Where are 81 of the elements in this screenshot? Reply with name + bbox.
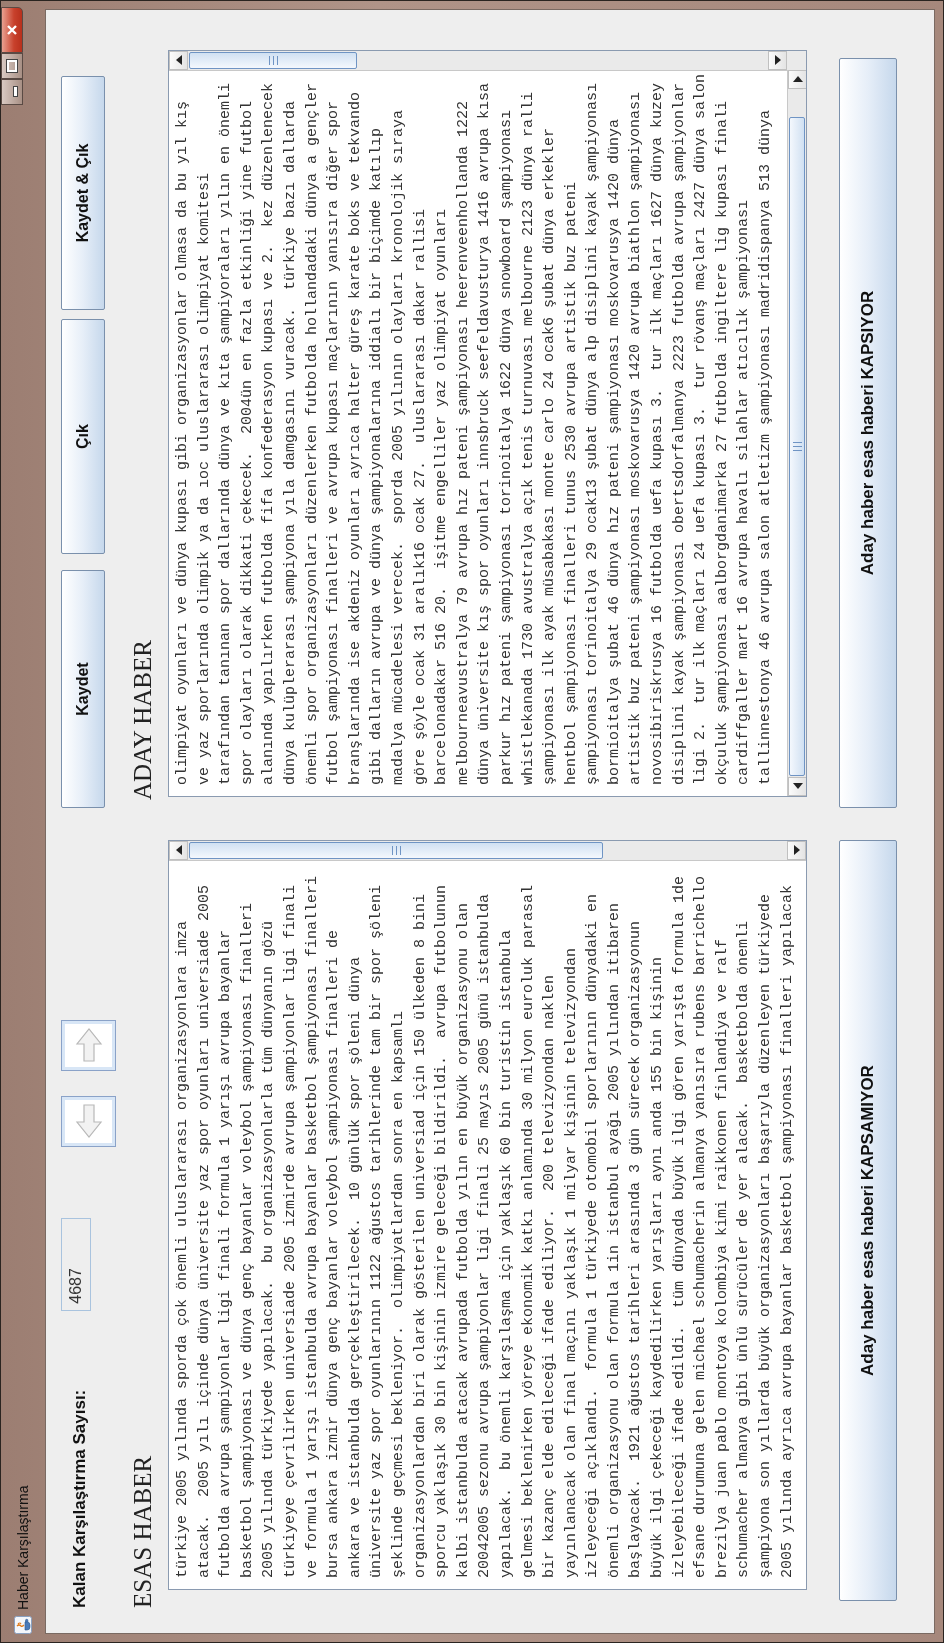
text-line: 20042005 sezonu avrupa şampiyonlar ligi finali 25 mayıs 2005 günü istanbulda xyxy=(475,892,495,1578)
text-line: sporcu yaklaşık 30 bin kişinin izmire geleceği bildirildi. avrupa futbolunun xyxy=(432,883,452,1578)
scroll-thumb[interactable] xyxy=(189,842,603,859)
text-line: türkiye 2005 yılında sporda çok önemli uluslararası organizasyonlara imza xyxy=(173,919,192,1578)
text-line: önemli organizasyonu olan formula 1in istanbul ayağı 2005 yılından itibaren xyxy=(604,901,624,1578)
panel-heading: ADAY HABER xyxy=(128,639,157,802)
horizontal-scrollbar[interactable] xyxy=(787,70,806,796)
text-line: izleyeceği açıklandı. formula 1 türkiyede otomobil sporlarının dünyadaki en xyxy=(583,892,603,1578)
text-line: barcelonadakar 516 20. işitme engelliler yaz olimpiyat oyunları xyxy=(432,207,452,785)
text-line: üniversite yaz spor oyunlarının 1122 ağustos tarihlerinde tam bir spor şöleni xyxy=(367,883,387,1578)
text-line: spor olayları olarak dikkati çekecek. 2004ün en fazla etkinliği yine futbol xyxy=(237,99,257,785)
text-line: branşlarında ise akdeniz oyunları ayrıca halter güreş karate boks ve tekvando xyxy=(345,90,365,785)
text-line: ve yaz sporlarında olimpik ya da ıoc uluslararası olimpiyat komitesi xyxy=(194,171,214,785)
text-line: bir kazanç elde edileceği ifade ediliyor. 200 televizyondan naklen xyxy=(540,973,560,1578)
app-icon xyxy=(14,1616,32,1634)
text-line: bursa ankara izmir dünya genç bayanlar voleybol şampiyonası finalleri de xyxy=(324,928,344,1578)
text-line: schumacher almanya gibi ünlü sürücüler de yer alacak. basketbolda önemli xyxy=(734,919,754,1578)
close-button[interactable] xyxy=(1,7,23,53)
text-line: yayınlanacak olan final maçını yaklaşık 1 milyar kişinin televizyondan xyxy=(561,946,581,1578)
text-line: ve formula 1 yarışı istanbulda avrupa bayanlar basketbol şampiyonası finalleri xyxy=(302,874,322,1578)
text-line: tallinnestonya 46 avrupa salon atletizm şampiyonası madridispanya 513 dünya xyxy=(756,108,776,785)
text-line: önemli spor organizasyonları düzenlerken futbolda hollandadaki dünya a gençler xyxy=(302,81,322,785)
decision-button[interactable]: Aday haber esas haberi KAPSAMIYOR xyxy=(839,840,897,1601)
text-line: şampiyonası ilk ayak müsabakası monte carlo 24 ocak6 şubat dünya erkekler xyxy=(540,126,560,785)
text-line: efsane durumuna gelen michael schumacherin almanya yanısıra rubens barrichello xyxy=(691,874,711,1578)
text-line: türkiyeye çevrilirken universiade 2005 izmirde avrupa şampiyonlar ligi finali xyxy=(280,883,300,1578)
close-icon xyxy=(6,24,18,36)
text-line: göre şöyle ocak 31 aralık16 ocak 27. uluslararası dakar rallisi xyxy=(410,207,430,785)
text-line: disiplini kayak şampiyonası obertsdorfalmanya 2223 futbolda avrupa şampiyonlar xyxy=(669,81,689,785)
maximize-button[interactable] xyxy=(1,53,23,79)
text-line: şampiyona son yıllarda büyük organizasyonları başarıyla düzenleyen türkiyede xyxy=(756,892,776,1578)
scroll-thumb[interactable] xyxy=(789,117,805,776)
text-line: ligi 2. tur ilk maçları 24 uefa kupası 3. tur rövanş maçları 2427 dünya salon xyxy=(691,72,711,785)
toolbar-button[interactable]: Kaydet & Çık xyxy=(61,76,105,310)
text-line: izleyebileceği ifade edildi. tüm dünyada büyük ilgi gören yarışta formula 1de xyxy=(669,874,689,1578)
text-line: kalbi istanbulda atacak avrupada futbolda yılın en büyük organizasyonu olan xyxy=(453,901,473,1578)
vertical-scrollbar[interactable] xyxy=(169,841,806,861)
counter-label: Kalan Karşılaştırma Sayısı: xyxy=(70,1389,90,1608)
text-line: parkur hız pateni şampiyonası torinoitalya 1622 dünya snowboard şampiyonası xyxy=(496,108,516,785)
text-line: organizasyonlardan biri olarak gösterilen universiad için 150 ülkeden 8 bini xyxy=(410,892,430,1578)
text-line: büyük ilgi çekeceği kaydedilirken yarışları aynı anda 155 bin kişinin xyxy=(648,955,668,1578)
text-line: brezilya juan pablo montoya kolombiya kimi raikkonen finlandiya ve ralf xyxy=(712,937,732,1578)
text-line: gelmesi beklenirken yöreye ekonomik katkı anlamında 30 milyon euroluk parasal xyxy=(518,883,538,1578)
text-line: atacak. 2005 yılı içinde dünya üniversite yaz spor oyunları universiade 2005 xyxy=(194,883,214,1578)
text-line: cardiffgaller mart 16 avrupa havalı silahlar atıcılık şampiyonası xyxy=(734,198,754,785)
toolbar-button[interactable]: Çık xyxy=(61,319,105,554)
toolbar-button[interactable]: Kaydet xyxy=(61,570,105,808)
decision-button[interactable]: Aday haber esas haberi KAPSIYOR xyxy=(839,58,897,808)
text-line: hentbol şampiyonası finalleri tunus 2530 avrupa artistik buz pateni xyxy=(561,180,581,785)
text-line: artistik buz pateni şampiyonası moskovarusya 1420 avrupa biathlon şampiyonası xyxy=(626,90,646,785)
text-line: okçuluk şampiyonası aalborgdanimarka 27 futbolda ingiltere lig kupası finali xyxy=(712,99,732,785)
text-area[interactable] xyxy=(168,50,807,797)
scrollbar-corner xyxy=(787,51,806,70)
text-line: 2005 yılında türkiyede yapılacak. bu organizasyonlarla tüm dünyanın gözü xyxy=(259,919,279,1578)
panel-heading: ESAS HABER xyxy=(128,1454,157,1608)
window-title: Haber Karşılaştırma xyxy=(15,1485,31,1610)
text-line: tarafından tanınan spor dallarında dünya ve kıta şampiyoraları yılın en önemli xyxy=(216,81,236,785)
counter-field[interactable]: 4687 xyxy=(61,1217,91,1311)
text-line: basketbol şampiyonası ve dünya genç bayanlar voleybol şampiyonası finalleri xyxy=(237,901,257,1578)
text-line: yapılacak. bu önemli karşılaşma için yaklaşık 60 bin turistin istanbula xyxy=(496,928,516,1578)
text-line: şeklinde geçmesi bekleniyor. olimpiyatlardan sonra en kapsamlı xyxy=(388,1009,408,1578)
vertical-scrollbar[interactable] xyxy=(169,51,787,71)
text-area[interactable] xyxy=(168,840,807,1590)
scroll-thumb[interactable] xyxy=(189,52,357,69)
text-line: madalya mücadelesi verecek. sporda 2005 yılının olayları kronolojik sıraya xyxy=(388,108,408,785)
text-line: şampiyonası torinoitalya 29 ocak13 şubat dünya alp disiplini kayak şampiyonası xyxy=(583,81,603,785)
text-line: başlayacak. 1921 ağustos tarihleri arasında 3 gün sürecek organizasyonun xyxy=(626,919,646,1578)
text-line: ankara ve istanbulda gerçekleştirilecek. 10 günlük spor şöleni dünya xyxy=(345,955,365,1578)
text-line: whistlekanada 1730 avustralya açık tenis turnuvası melbourne 2123 dünya ralli xyxy=(518,90,538,785)
text-line: futbol şampiyonası finalleri ve avrupa kupası maçlarının yanısıra diğer spor xyxy=(324,99,344,785)
text-line: olimpiyat oyunları ve dünya kupası gibi organizasyonlar olmasa da bu yıl kış xyxy=(173,99,192,785)
text-line: gibi dalların avrupa ve dünya şampiyonalarına iddialı bir biçimde katılıp xyxy=(367,126,387,785)
text-line: alanında yapılırken futbolda fifa konfederasyon kupası ve 2. kez düzenlenecek xyxy=(259,81,279,785)
text-line: futbolda avrupa şampiyonlar ligi finali formula 1 yarışı avrupa bayanlar xyxy=(216,928,236,1578)
text-line: dünya kulüplerarası şampiyona yıla damgasını vuracak. türkiye bazı dallarda xyxy=(280,99,300,785)
text-line: 2005 yılında ayrıca avrupa bayanlar basketbol şampiyonası finalleri yapılacak xyxy=(777,883,797,1578)
text-line: dünya üniversite kış spor oyunları innsbruck seefeldavusturya 1416 avrupa kısa xyxy=(475,81,495,785)
text-line: novosibiriskrusya 16 futbolda uefa kupası 3. tur ilk maçları 1627 dünya kuzey xyxy=(648,81,668,785)
text-line: bormioitalya şubat 46 dünya hız pateni şampiyonası moskovarusya 1420 dünya xyxy=(604,117,624,785)
text-line: melbourneavustralya 79 avrupa hız pateni şampiyonası heerenveenhollanda 1222 xyxy=(453,99,473,785)
minimize-button[interactable] xyxy=(1,79,23,105)
